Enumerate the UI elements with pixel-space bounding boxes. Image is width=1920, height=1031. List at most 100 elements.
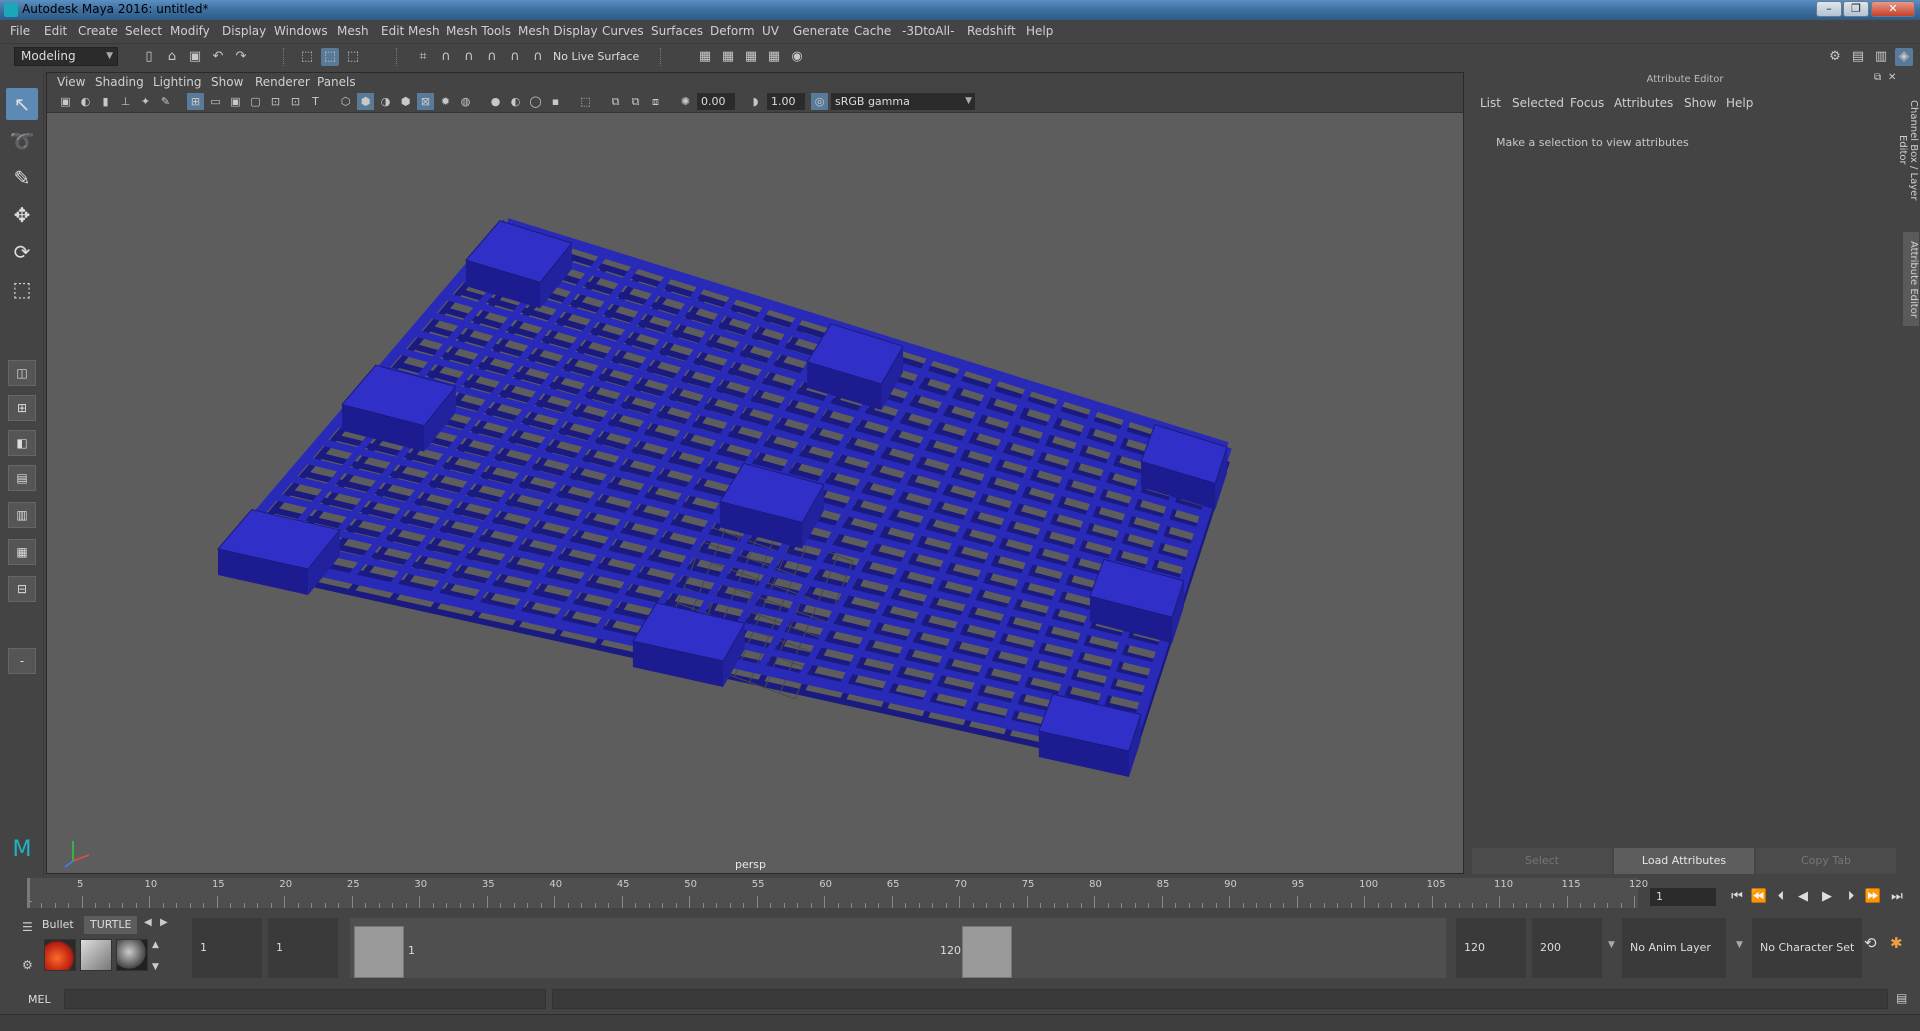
scale-tool-icon[interactable]: ⬚ (6, 273, 38, 305)
bookmark-icon[interactable]: ▮ (97, 93, 114, 110)
shelf-tab-bullet[interactable]: Bullet (36, 916, 80, 934)
resolution-gate-icon[interactable]: ▣ (227, 93, 244, 110)
menu-surfaces[interactable]: Surfaces (651, 24, 703, 38)
menu-deform[interactable]: Deform (710, 24, 755, 38)
menu-mesh-display[interactable]: Mesh Display (518, 24, 598, 38)
grid-icon[interactable]: ⊞ (187, 93, 204, 110)
anti-aliasing-icon[interactable]: ◯ (527, 93, 544, 110)
scene-end-field[interactable]: 200 (1532, 918, 1602, 978)
snap-grid-icon[interactable]: ⌗ (414, 48, 432, 66)
render-view-icon[interactable]: ▦ (765, 48, 783, 66)
select-hierarchy-icon[interactable]: ⬚ (298, 48, 316, 66)
ae-menu-list[interactable]: List (1480, 96, 1501, 110)
menu-edit[interactable]: Edit (44, 24, 67, 38)
rotate-tool-icon[interactable]: ⟳ (6, 236, 38, 268)
chevron-down-icon[interactable]: ▼ (1608, 940, 1615, 950)
image-plane-icon[interactable]: ⊥ (117, 93, 134, 110)
ae-select-button[interactable]: Select (1472, 848, 1612, 874)
menu-modify[interactable]: Modify (170, 24, 210, 38)
menu-help[interactable]: Help (1026, 24, 1053, 38)
workspace-icon[interactable]: ⚙ (1826, 48, 1844, 66)
snap-point-icon[interactable]: ∩ (460, 48, 478, 66)
panels-icon[interactable]: ▥ (1872, 48, 1890, 66)
script-editor-icon[interactable]: ▤ (1896, 991, 1907, 1005)
range-start-handle[interactable] (354, 926, 404, 978)
animation-prefs-icon[interactable]: ✱ (1890, 934, 1903, 952)
depth-of-field-icon[interactable]: ▪ (547, 93, 564, 110)
copy-tab-button[interactable]: Copy Tab (1756, 848, 1896, 874)
restore-button[interactable]: ❐ (1843, 1, 1869, 17)
paint-select-tool-icon[interactable]: ✎ (6, 162, 38, 194)
gate-mask-icon[interactable]: ▢ (247, 93, 264, 110)
playback-start-field[interactable]: 1 (268, 918, 338, 978)
motion-blur-icon[interactable]: ◐ (507, 93, 524, 110)
viewport-panel[interactable]: View Shading Lighting Show Renderer Pane… (46, 72, 1464, 874)
step-back-key-icon[interactable]: ⏪ (1750, 888, 1768, 906)
channel-box-toggle-icon[interactable]: ◈ (1895, 48, 1913, 66)
smooth-shade-icon[interactable]: ⬢ (357, 93, 374, 110)
current-frame-field[interactable]: 1 (1650, 888, 1716, 906)
vp-menu-renderer[interactable]: Renderer (255, 75, 310, 89)
ae-menu-help[interactable]: Help (1726, 96, 1753, 110)
menu-display[interactable]: Display (222, 24, 266, 38)
save-scene-icon[interactable]: ▣ (186, 48, 204, 66)
snap-curve-icon[interactable]: ∩ (437, 48, 455, 66)
render-settings-icon[interactable]: ▦ (696, 48, 714, 66)
redo-icon[interactable]: ↷ (232, 48, 250, 66)
menu-file[interactable]: File (10, 24, 30, 38)
open-scene-icon[interactable]: ⌂ (163, 48, 181, 66)
menu-mesh-tools[interactable]: Mesh Tools (446, 24, 511, 38)
exposure-field[interactable]: 0.00 (697, 93, 735, 110)
anim-layer-selector[interactable]: No Anim Layer (1622, 918, 1726, 978)
auto-key-icon[interactable]: ⟲ (1864, 934, 1877, 952)
color-management-icon[interactable]: ◎ (811, 93, 828, 110)
shelf-menu-icon[interactable]: ☰ (22, 920, 33, 934)
hypershade-layout-button[interactable]: ▥ (8, 502, 36, 528)
select-tool-icon[interactable]: ↖ (6, 88, 38, 120)
menu-redshift[interactable]: Redshift (967, 24, 1016, 38)
menu-3dtoall[interactable]: -3DtoAll- (902, 24, 954, 38)
go-to-end-icon[interactable]: ⏭ (1888, 888, 1906, 906)
load-attributes-button[interactable]: Load Attributes (1614, 848, 1754, 874)
shelf-scroll-down-icon[interactable]: ▼ (152, 962, 159, 972)
vp-menu-view[interactable]: View (57, 75, 85, 89)
outliner-layout-button[interactable]: ▦ (8, 539, 36, 565)
ae-menu-selected[interactable]: Selected (1512, 96, 1564, 110)
playback-end-field[interactable]: 120 (1456, 918, 1526, 978)
scene-canvas[interactable] (47, 113, 1463, 873)
camera-select-icon[interactable]: ▣ (57, 93, 74, 110)
isolate-select-icon[interactable]: ⬚ (577, 93, 594, 110)
hypershade-icon[interactable]: ◉ (788, 48, 806, 66)
snap-live-icon[interactable]: ∩ (529, 48, 547, 66)
shadows-icon[interactable]: ◍ (457, 93, 474, 110)
step-back-frame-icon[interactable]: ⏴ (1772, 888, 1790, 906)
command-input[interactable] (64, 989, 546, 1009)
undo-icon[interactable]: ↶ (209, 48, 227, 66)
move-tool-icon[interactable]: ✥ (6, 199, 38, 231)
shelf-next-icon[interactable]: ▶ (160, 917, 168, 928)
render-frame-icon[interactable]: ▦ (719, 48, 737, 66)
single-perspective-layout-button[interactable]: ◫ (8, 360, 36, 386)
ae-menu-show[interactable]: Show (1684, 96, 1716, 110)
attribute-editor-tab[interactable]: Attribute Editor (1903, 232, 1919, 326)
custom-layout-button[interactable]: ⊟ (8, 576, 36, 602)
shelf-scroll-up-icon[interactable]: ▲ (152, 940, 159, 950)
vp-menu-shading[interactable]: Shading (95, 75, 144, 89)
persp-outliner-layout-button[interactable]: ◧ (8, 430, 36, 456)
xray-joints-icon[interactable]: ⧉ (627, 93, 644, 110)
select-object-icon[interactable]: ⬚ (321, 48, 339, 66)
grease-pencil-icon[interactable]: ✎ (157, 93, 174, 110)
ae-menu-attributes[interactable]: Attributes (1614, 96, 1673, 110)
new-scene-icon[interactable]: ▯ (140, 48, 158, 66)
xray-components-icon[interactable]: ⧈ (647, 93, 664, 110)
menu-windows[interactable]: Windows (274, 24, 328, 38)
range-slider-track[interactable]: 1 120 (350, 918, 1446, 978)
field-chart-icon[interactable]: ⊡ (267, 93, 284, 110)
2d-pan-zoom-icon[interactable]: ✦ (137, 93, 154, 110)
menu-curves[interactable]: Curves (602, 24, 644, 38)
persp-graph-layout-button[interactable]: ▤ (8, 465, 36, 491)
select-component-icon[interactable]: ⬚ (344, 48, 362, 66)
use-all-lights-icon[interactable]: ✹ (437, 93, 454, 110)
turtle-baking-icon[interactable] (80, 939, 112, 971)
gamma-field[interactable]: 1.00 (767, 93, 805, 110)
